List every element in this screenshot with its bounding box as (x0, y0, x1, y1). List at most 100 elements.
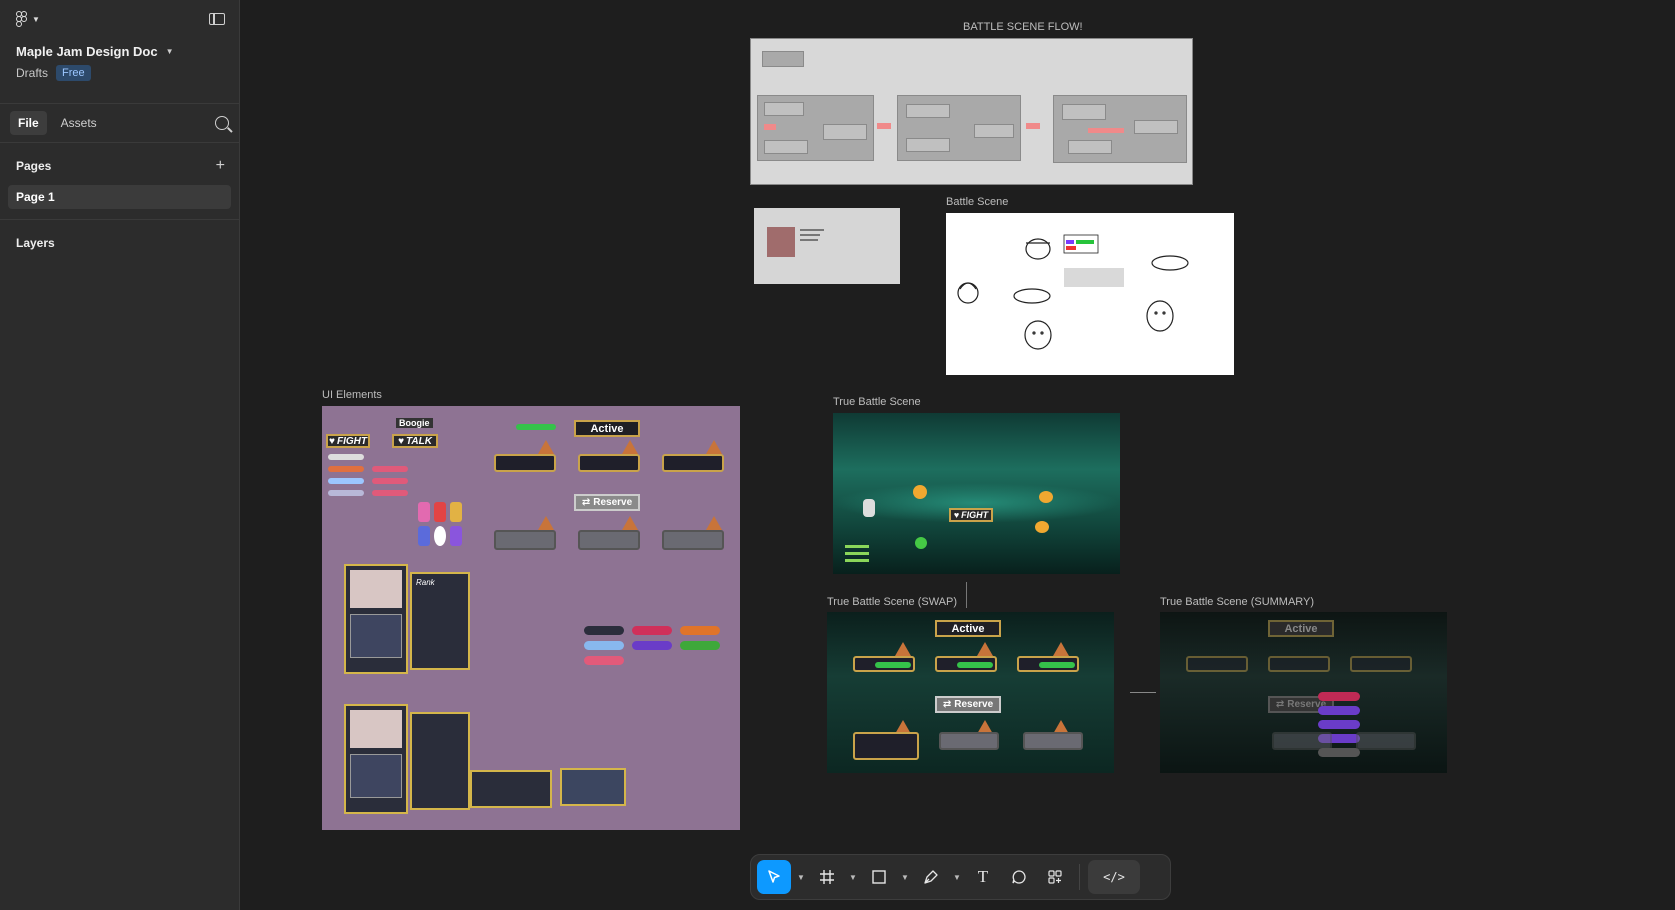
flow-node (1134, 120, 1178, 134)
player-sprite (863, 499, 875, 517)
frame-battle-flow[interactable] (750, 38, 1193, 185)
flame-sprite (1053, 642, 1069, 656)
monster-sprite (1039, 491, 1053, 503)
card-sprite (560, 768, 626, 806)
monster-sprite (913, 485, 927, 499)
frame-battle-scene[interactable] (946, 213, 1234, 375)
pill-sprite (584, 656, 624, 665)
frame-label-summary[interactable]: True Battle Scene (SUMMARY) (1160, 596, 1314, 608)
card-sprite (410, 712, 470, 810)
dev-mode-toggle[interactable]: </> (1088, 860, 1140, 894)
flow-node (1068, 140, 1112, 154)
reserve-slot (1356, 732, 1416, 750)
frame-label-battle-scene[interactable]: Battle Scene (946, 196, 1008, 208)
actions-button[interactable] (1039, 860, 1071, 894)
menu-icon (845, 545, 869, 548)
flow-node (974, 124, 1014, 138)
frame-true-battle-swap[interactable]: Active ⇄ Reserve (827, 612, 1114, 773)
sidebar-tabs: File Assets (0, 103, 239, 143)
grid-plus-icon (1048, 870, 1062, 884)
pen-tool-button[interactable] (915, 860, 947, 894)
flow-tag (764, 124, 776, 130)
card-sprite (470, 770, 552, 808)
reserve-slot (1023, 732, 1083, 750)
frame-label-swap[interactable]: True Battle Scene (SWAP) (827, 596, 957, 608)
chevron-down-icon[interactable]: ▼ (795, 873, 807, 882)
text-tool-button[interactable]: T (967, 860, 999, 894)
frame-label-ui-elements[interactable]: UI Elements (322, 389, 382, 401)
frame-true-battle-summary[interactable]: Active ⇄ Reserve (1160, 612, 1447, 773)
hp-bar (328, 454, 364, 460)
reserve-label: Reserve (954, 699, 994, 710)
monster-sprite (1035, 521, 1049, 533)
sidebar-toggle-icon[interactable] (209, 13, 225, 25)
frame-label-flow[interactable]: BATTLE SCENE FLOW! (963, 21, 1083, 33)
move-tool-button[interactable] (757, 860, 791, 894)
slot-sprite (494, 454, 556, 472)
flame-sprite (622, 516, 638, 530)
rectangle-tool-button[interactable] (863, 860, 895, 894)
chevron-down-icon[interactable]: ▼ (899, 873, 911, 882)
note-line (800, 239, 818, 241)
slot-sprite (494, 530, 556, 550)
plan-badge: Free (56, 65, 91, 81)
active-tag-sprite: Active (574, 420, 640, 437)
boogie-name-sprite: Boogie (396, 418, 433, 428)
hp-bar (328, 466, 364, 472)
tab-file[interactable]: File (10, 111, 47, 135)
toolbar-divider (1079, 864, 1080, 890)
document-title[interactable]: Maple Jam Design Doc ▼ (0, 38, 239, 59)
flow-node (906, 104, 950, 118)
connector-line (966, 582, 967, 608)
frame-label-true-battle[interactable]: True Battle Scene (833, 396, 921, 408)
pill-sprite (680, 641, 720, 650)
flow-node (764, 140, 808, 154)
reserve-slot (939, 732, 999, 750)
monster-sprite (915, 537, 927, 549)
active-tag: Active (1268, 620, 1334, 637)
left-sidebar: ▼ Maple Jam Design Doc ▼ Drafts Free Fil… (0, 0, 240, 910)
page-item-label: Page 1 (16, 190, 55, 204)
sidebar-top: ▼ (0, 0, 239, 38)
pill-sprite (632, 626, 672, 635)
search-icon[interactable] (215, 116, 229, 130)
hp-bar (328, 490, 364, 496)
add-page-icon[interactable]: + (216, 157, 225, 175)
comment-tool-button[interactable] (1003, 860, 1035, 894)
drafts-link[interactable]: Drafts (16, 66, 48, 80)
card-portrait (350, 710, 402, 748)
code-icon: </> (1103, 870, 1125, 884)
slot-sprite (662, 530, 724, 550)
flow-node (906, 138, 950, 152)
rank-label: Rank (416, 578, 435, 587)
flame-sprite (538, 440, 554, 454)
frame-note[interactable] (754, 208, 900, 284)
text-icon: T (977, 867, 989, 886)
pen-icon (924, 870, 938, 884)
status-icon (434, 526, 446, 546)
main-menu[interactable]: ▼ (16, 11, 40, 27)
card-portrait (350, 570, 402, 608)
frame-ui-elements[interactable]: ♥ FIGHT ♥ TALK Boogie Active ⇄ Reserve R… (322, 406, 740, 830)
note-line (800, 234, 820, 236)
chevron-down-icon[interactable]: ▼ (847, 873, 859, 882)
active-slot (1350, 656, 1412, 672)
frame-tool-button[interactable] (811, 860, 843, 894)
flame-sprite (538, 516, 554, 530)
slot-sprite (578, 454, 640, 472)
hp-bar (875, 662, 911, 668)
tab-assets[interactable]: Assets (53, 111, 105, 135)
frame-true-battle-scene[interactable]: ♥ FIGHT (833, 413, 1120, 574)
pill-sprite (584, 641, 624, 650)
connector-line (1130, 692, 1156, 693)
flow-node (823, 124, 867, 140)
reserve-slot (1272, 732, 1332, 750)
pill-sprite (680, 626, 720, 635)
slot-sprite (578, 530, 640, 550)
page-item[interactable]: Page 1 (8, 185, 231, 209)
chevron-down-icon[interactable]: ▼ (951, 873, 963, 882)
fight-button-sprite: ♥ FIGHT (326, 434, 370, 448)
pages-header-label: Pages (16, 159, 52, 173)
status-icon (418, 526, 430, 546)
bottom-toolbar: ▼ ▼ ▼ ▼ T </> (750, 854, 1171, 900)
